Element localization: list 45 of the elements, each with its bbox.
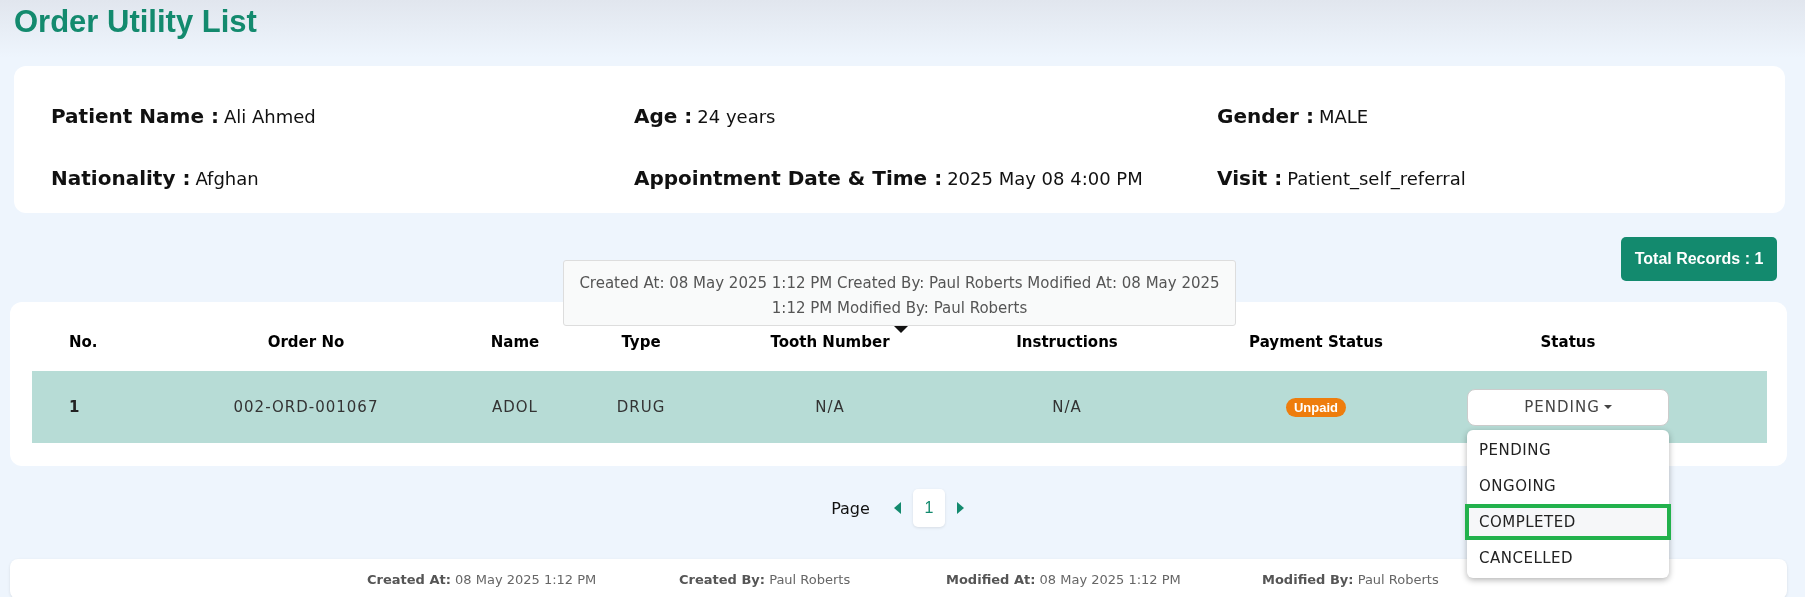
table-cell: 1 (69, 398, 81, 416)
column-header: Order No (267, 332, 345, 351)
table-cell: DRUG (616, 398, 666, 416)
menu-item[interactable]: PENDING (1465, 431, 1671, 468)
table-cell: 002-ORD-001067 (233, 398, 379, 416)
field-value: 2025 May 08 4:00 PM (947, 167, 1143, 189)
page-button[interactable]: 1 (912, 489, 945, 527)
total-records-button[interactable]: Total Records : 1 (1621, 237, 1777, 281)
unpaid-badge: Unpaid (1285, 398, 1347, 417)
audit-text: Created At: 08 May 2025 1:12 PM (367, 571, 597, 587)
field-label: Appointment Date & Time : (634, 165, 943, 190)
column-header: No. (69, 332, 98, 351)
field-value: MALE (1318, 106, 1369, 127)
field-value: Ali Ahmed (223, 106, 316, 127)
column-header: Status (1540, 332, 1596, 351)
column-header: Instructions (1016, 332, 1118, 351)
page-label: Page (831, 498, 870, 518)
table-cell: N/A (815, 398, 845, 416)
table-cell: N/A (1052, 398, 1082, 416)
page-title: Order Utility List (14, 4, 258, 40)
next-page-icon[interactable] (956, 502, 964, 514)
tooltip-text: Created At: 08 May 2025 1:12 PM Created By: Paul Roberts Modified At: 08 May 2025 1:12 PM Modified By: Paul Roberts (579, 274, 1220, 317)
audit-text: Modified At: 08 May 2025 1:12 PM (946, 571, 1181, 587)
field-value: Afghan (195, 167, 259, 189)
column-header: Type (621, 332, 661, 351)
previous-page-icon[interactable] (893, 502, 901, 514)
field-label: Patient Name : (51, 104, 219, 128)
caret-icon (1603, 405, 1612, 409)
field-value: Patient_self_referral (1287, 167, 1466, 189)
column-header: Tooth Number (770, 332, 890, 351)
menu-item[interactable]: ONGOING (1465, 467, 1671, 504)
field-value: 24 years (697, 106, 776, 127)
menu-item[interactable]: CANCELLED (1465, 539, 1671, 576)
field-label: Visit : (1217, 165, 1283, 190)
tooltip-arrow-icon (894, 326, 908, 333)
status-dropdown[interactable]: PENDING (1467, 388, 1669, 426)
audit-text: Modified By: Paul Roberts (1262, 571, 1439, 587)
column-header: Payment Status (1249, 332, 1383, 351)
audit-text: Created By: Paul Roberts (679, 571, 851, 587)
field-label: Gender : (1217, 104, 1314, 128)
field-label: Nationality : (51, 165, 191, 190)
menu-item[interactable]: COMPLETED (1465, 503, 1671, 540)
table-cell: ADOL (492, 398, 538, 416)
field-label: Age : (634, 104, 693, 128)
column-header: Name (490, 332, 540, 351)
